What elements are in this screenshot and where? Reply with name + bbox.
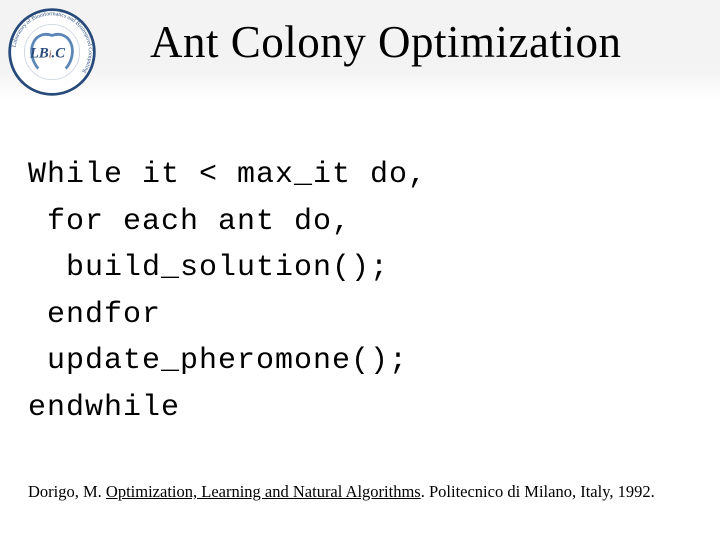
- slide: LBi.C Laboratory of Bioinformatics and B…: [0, 0, 720, 540]
- citation: Dorigo, M. Optimization, Learning and Na…: [28, 482, 692, 502]
- lbic-logo: LBi.C Laboratory of Bioinformatics and B…: [6, 6, 98, 98]
- code-line: endfor: [28, 298, 161, 332]
- citation-rest: . Politecnico di Milano, Italy, 1992.: [421, 482, 655, 501]
- code-line: build_solution();: [28, 251, 389, 285]
- code-line: update_pheromone();: [28, 344, 408, 378]
- slide-body: While it < max_it do, for each ant do, b…: [28, 152, 692, 431]
- svg-text:LBi.C: LBi.C: [29, 46, 65, 62]
- citation-title: Optimization, Learning and Natural Algor…: [106, 482, 421, 501]
- code-line: for each ant do,: [28, 205, 351, 239]
- code-line: While it < max_it do,: [28, 158, 427, 192]
- pseudocode-block: While it < max_it do, for each ant do, b…: [28, 152, 692, 431]
- slide-title: Ant Colony Optimization: [150, 16, 621, 68]
- code-line: endwhile: [28, 391, 180, 425]
- citation-author: Dorigo, M.: [28, 482, 106, 501]
